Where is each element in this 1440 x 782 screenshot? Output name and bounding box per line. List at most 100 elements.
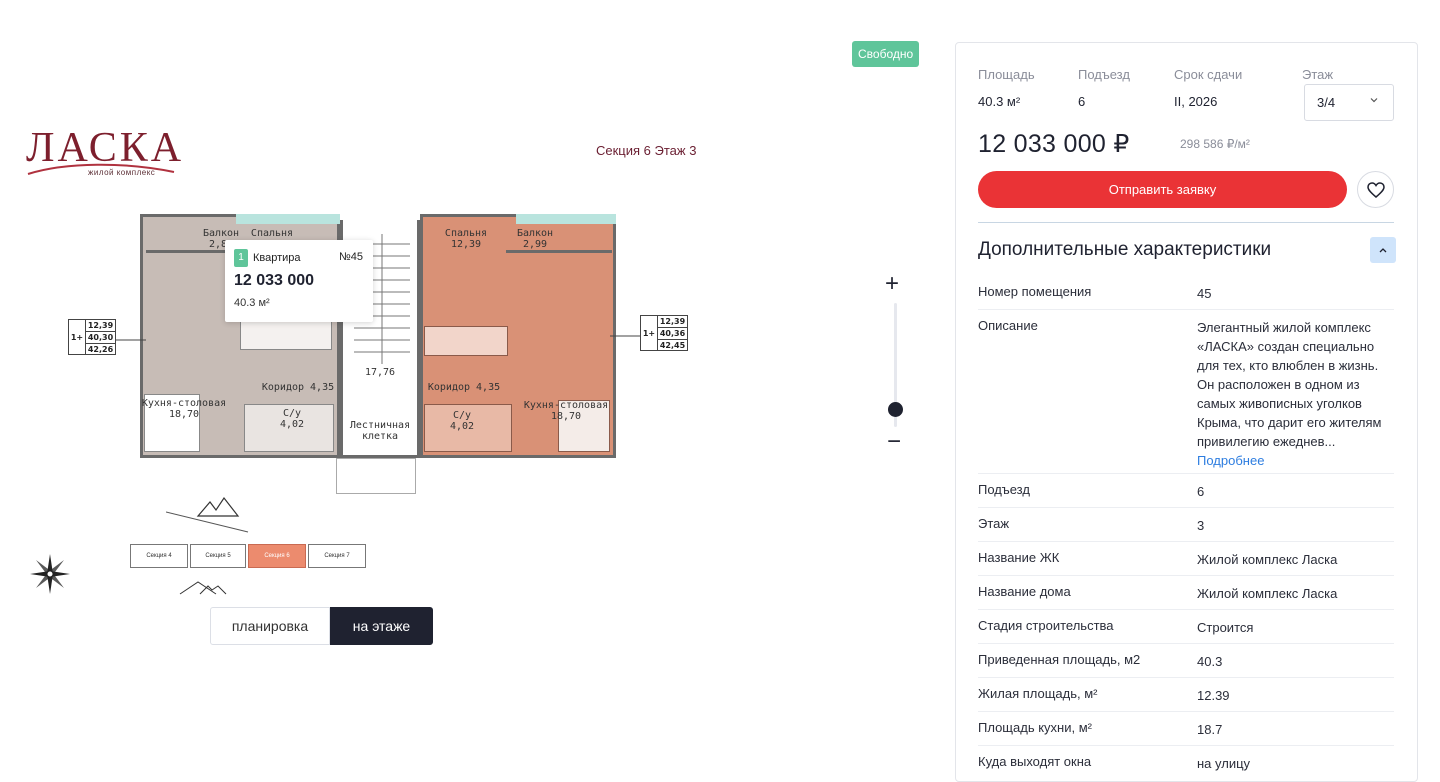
room-label-kitchen-left: Кухня-столовая 18,70: [141, 398, 227, 420]
area-tag-right: 1+ 12,39 40,36 42,45: [640, 315, 688, 351]
char-row-kitchen-area: Площадь кухни, м² 18.7: [978, 712, 1394, 746]
read-more-link[interactable]: Подробнее: [1197, 453, 1264, 468]
window-strip: [236, 214, 340, 224]
char-row-floor: Этаж 3: [978, 508, 1394, 542]
zoom-slider-handle[interactable]: [888, 402, 903, 417]
wall: [506, 250, 612, 253]
area-tag-reduced: 42,45: [659, 341, 686, 350]
section-selector[interactable]: Секция 4 Секция 5 Секция 6 Секция 7: [126, 540, 370, 572]
char-key: Площадь кухни, м²: [978, 720, 1092, 735]
wardrobe: [424, 326, 508, 356]
section-6[interactable]: Секция 6: [248, 544, 306, 568]
char-key: Этаж: [978, 516, 1010, 531]
char-value: 6: [1197, 484, 1205, 499]
send-request-button[interactable]: Отправить заявку: [978, 171, 1347, 208]
floor-select[interactable]: 3/4: [1304, 84, 1394, 121]
char-value: 45: [1197, 286, 1212, 301]
logo-subtitle: жилой комплекс: [88, 168, 156, 177]
view-toggle[interactable]: планировка на этаже: [210, 607, 433, 645]
char-row-house-name: Название дома Жилой комплекс Ласка: [978, 576, 1394, 610]
favorite-button[interactable]: [1357, 171, 1394, 208]
floor-plan[interactable]: Балкон 2,80 Спальня Коридор 4,35 Кухня-с…: [140, 214, 616, 494]
char-key: Приведенная площадь, м2: [978, 652, 1141, 667]
char-row-room-number: Номер помещения 45: [978, 276, 1394, 310]
zoom-in-button[interactable]: +: [885, 272, 899, 296]
char-value: Элегантный жилой комплекс «ЛАСКА» создан…: [1197, 318, 1394, 470]
area-tag-left: 1+ 12,39 40,30 42,26: [68, 319, 116, 355]
area-tag-reduced: 42,26: [87, 345, 114, 354]
logo: ЛАСКА жилой комплекс: [26, 127, 181, 182]
section-5[interactable]: Секция 5: [190, 544, 246, 568]
floor-select-value: 3/4: [1317, 95, 1336, 110]
orientation-line: [166, 511, 249, 533]
char-key: Куда выходят окна: [978, 754, 1092, 769]
divider: [978, 222, 1394, 223]
collapse-button[interactable]: [1370, 237, 1396, 263]
apartment-area: 40.3 м²: [234, 297, 270, 309]
area-tag-living: 12,39: [86, 321, 115, 332]
wardrobe: [240, 320, 332, 350]
additional-characteristics-title: Дополнительные характеристики: [978, 239, 1272, 260]
heart-icon: [1367, 182, 1385, 198]
zoom-out-button[interactable]: −: [887, 430, 901, 454]
apartment-details-panel: Площадь Подъезд Срок сдачи Этаж 40.3 м² …: [955, 42, 1418, 782]
meta-value-entrance: 6: [1078, 94, 1086, 109]
apartment-total-price: 12 033 000 ₽: [978, 130, 1130, 158]
area-tag-rooms: 1+: [68, 319, 86, 355]
status-badge: Свободно: [852, 41, 920, 67]
window-strip: [516, 214, 616, 224]
rooms-count-badge: 1: [234, 249, 248, 267]
chevron-down-icon: [1370, 98, 1378, 103]
area-tag-living: 12,39: [658, 317, 687, 328]
room-label-bedroom-right: Спальня 12,39: [444, 228, 488, 250]
char-value: Жилой комплекс Ласка: [1197, 552, 1338, 567]
section-7[interactable]: Секция 7: [308, 544, 366, 568]
room-label-stairs: Лестничная клетка: [349, 420, 411, 442]
room-label-bath-right: С/у 4,02: [449, 410, 475, 432]
apartment-number: №45: [338, 251, 363, 263]
char-key: Номер помещения: [978, 284, 1092, 299]
char-value: 3: [1197, 518, 1205, 533]
apartment-price: 12 033 000: [234, 272, 315, 289]
char-value: 12.39: [1197, 688, 1230, 703]
room-label-balcony-right: Балкон 2,99: [516, 228, 554, 250]
leader-line: [116, 339, 146, 341]
compass-icon: [30, 554, 70, 594]
plan-view-button[interactable]: планировка: [210, 607, 330, 645]
meta-label-entrance: Подъезд: [1078, 67, 1130, 82]
char-value: Строится: [1197, 620, 1254, 635]
char-value: Жилой комплекс Ласка: [1197, 586, 1338, 601]
area-tag-total: 40,30: [86, 333, 115, 344]
chevron-up-icon: [1379, 248, 1387, 253]
meta-label-deadline: Срок сдачи: [1174, 67, 1243, 82]
floor-view-button[interactable]: на этаже: [330, 607, 433, 645]
section-4[interactable]: Секция 4: [130, 544, 188, 568]
char-row-complex-name: Название ЖК Жилой комплекс Ласка: [978, 542, 1394, 576]
area-tag-rooms: 1+: [640, 315, 658, 351]
room-label-kitchen-right: Кухня-столовая 18,70: [523, 400, 609, 422]
room-label-hall: 17,76: [364, 367, 396, 378]
apartment-type: Квартира: [253, 252, 301, 264]
room-label-corridor-left: Коридор 4,35: [261, 382, 335, 393]
char-value: 40.3: [1197, 654, 1223, 669]
meta-label-area: Площадь: [978, 67, 1035, 82]
char-key: Название дома: [978, 584, 1071, 599]
wall: [146, 250, 236, 253]
char-row-reduced-area: Приведенная площадь, м2 40.3: [978, 644, 1394, 678]
room-label-bedroom-left: Спальня: [250, 228, 294, 239]
char-key: Описание: [978, 318, 1038, 333]
meta-label-floor: Этаж: [1302, 67, 1334, 82]
char-row-entrance: Подъезд 6: [978, 474, 1394, 508]
char-row-description: Описание Элегантный жилой комплекс «ЛАСК…: [978, 310, 1394, 474]
room-label-corridor-right: Коридор 4,35: [427, 382, 501, 393]
char-value: 18.7: [1197, 722, 1223, 737]
area-tag-total: 40,36: [658, 329, 687, 340]
mountain-icon: [179, 581, 227, 595]
leader-line: [610, 335, 640, 337]
entrance-porch: [336, 458, 416, 494]
char-key: Название ЖК: [978, 550, 1060, 565]
room-label-bath-left: С/у 4,02: [279, 408, 305, 430]
apartment-popover[interactable]: 1 Квартира №45 12 033 000 40.3 м²: [225, 240, 373, 322]
char-key: Жилая площадь, м²: [978, 686, 1098, 701]
description-text: Элегантный жилой комплекс «ЛАСКА» создан…: [1197, 320, 1382, 449]
